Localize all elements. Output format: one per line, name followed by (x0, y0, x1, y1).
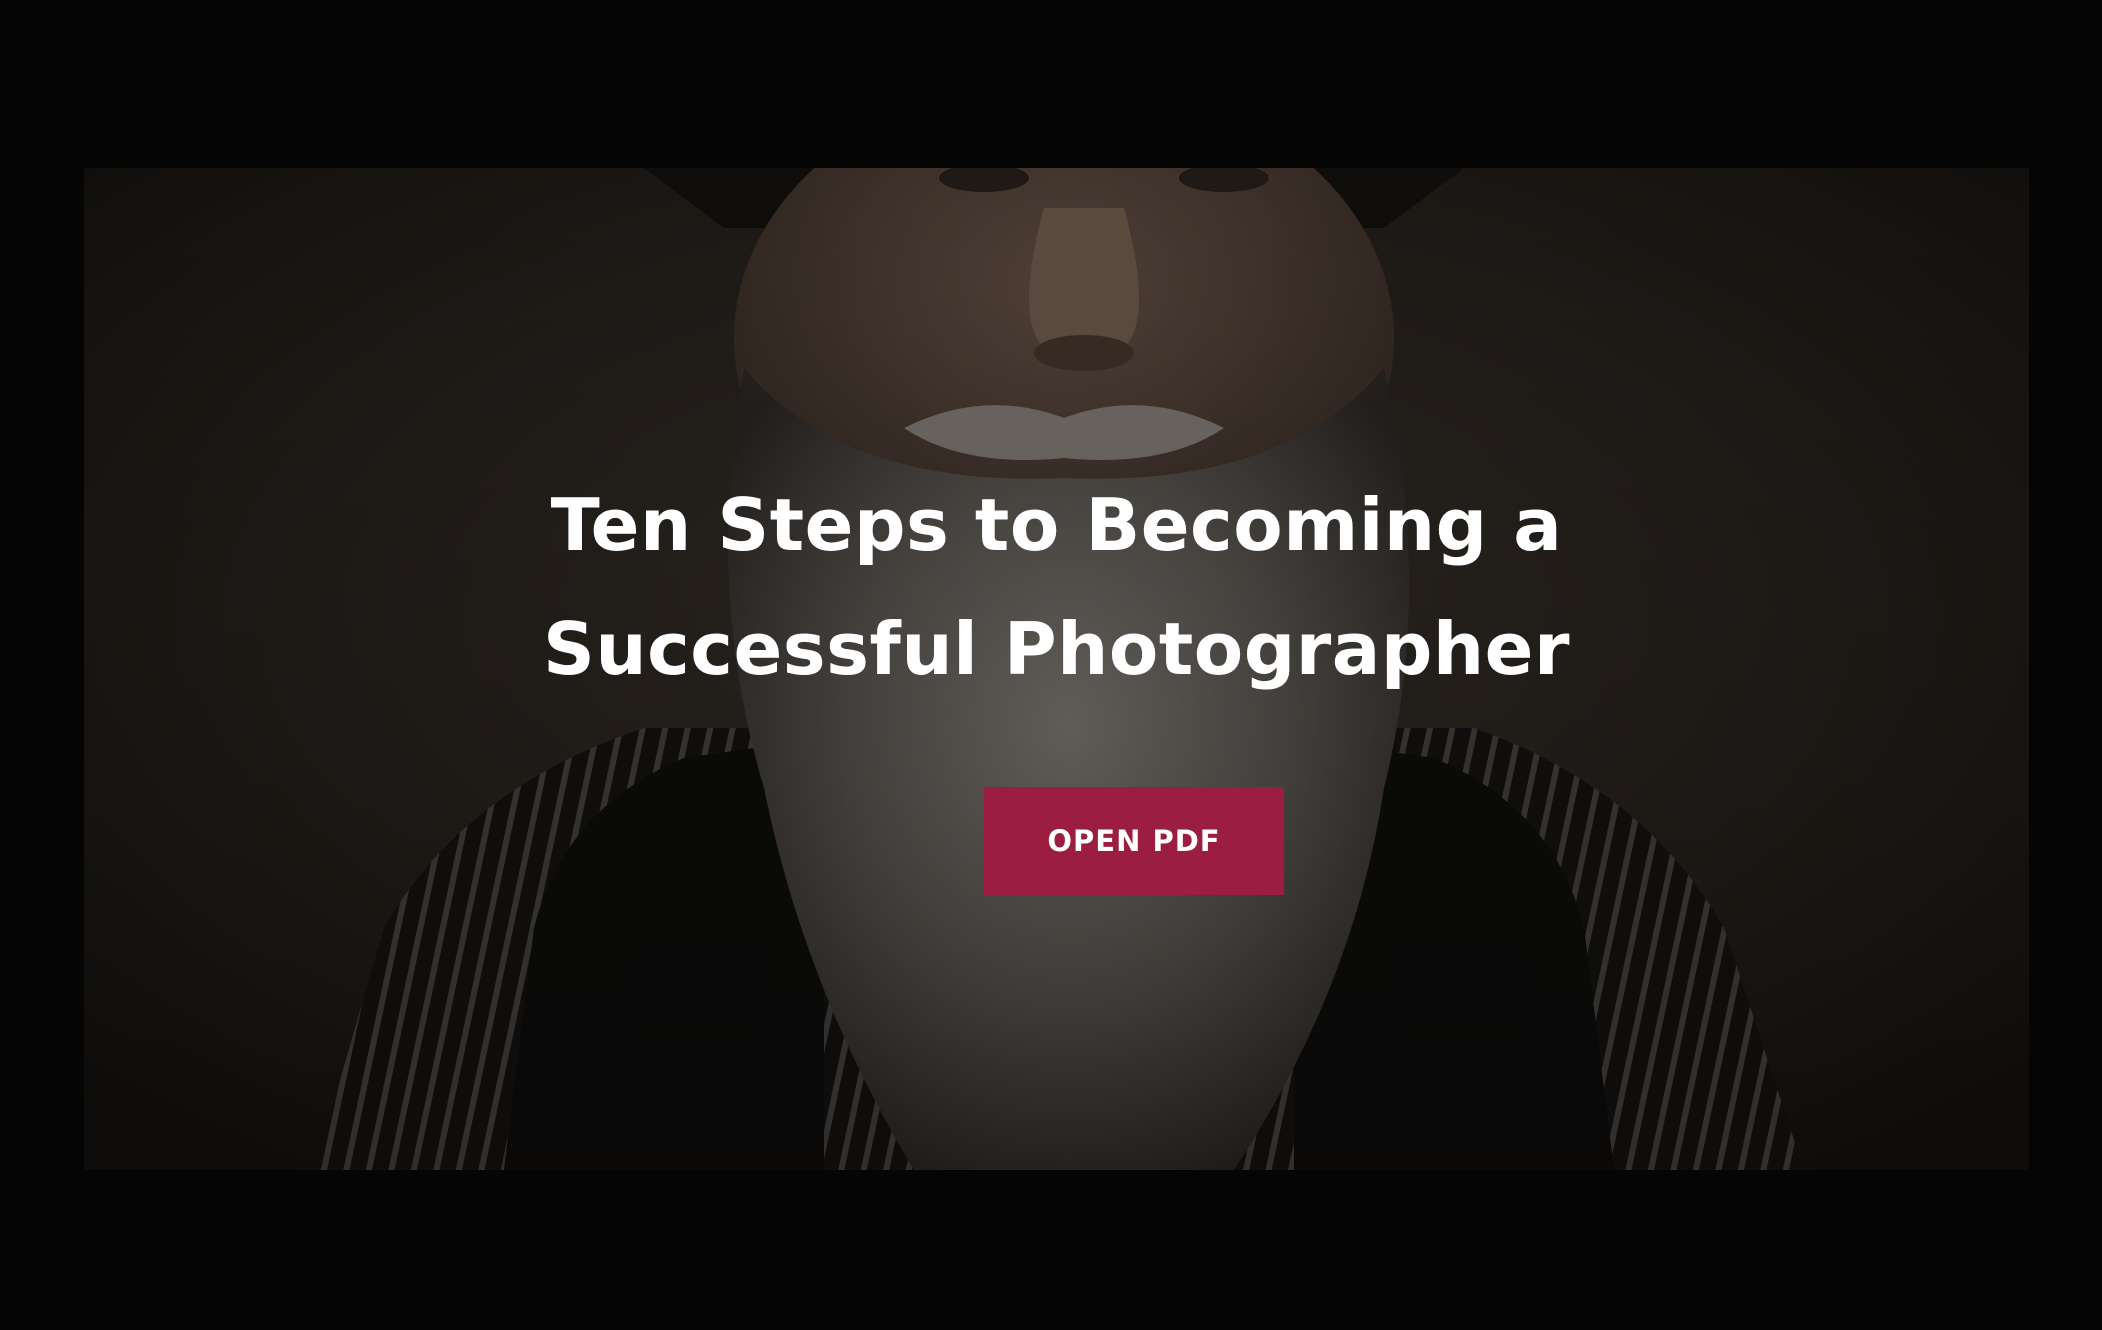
hero-banner: Ten Steps to Becoming a Successful Photo… (84, 168, 2029, 1170)
hero-title-line-1: Ten Steps to Becoming a (550, 483, 1563, 567)
hero-title: Ten Steps to Becoming a Successful Photo… (84, 463, 2029, 711)
page: Ten Steps to Becoming a Successful Photo… (0, 0, 2102, 1330)
open-pdf-button[interactable]: OPEN PDF (984, 787, 1284, 895)
hero-content: Ten Steps to Becoming a Successful Photo… (84, 168, 2029, 1170)
hero-title-line-2: Successful Photographer (543, 607, 1570, 691)
